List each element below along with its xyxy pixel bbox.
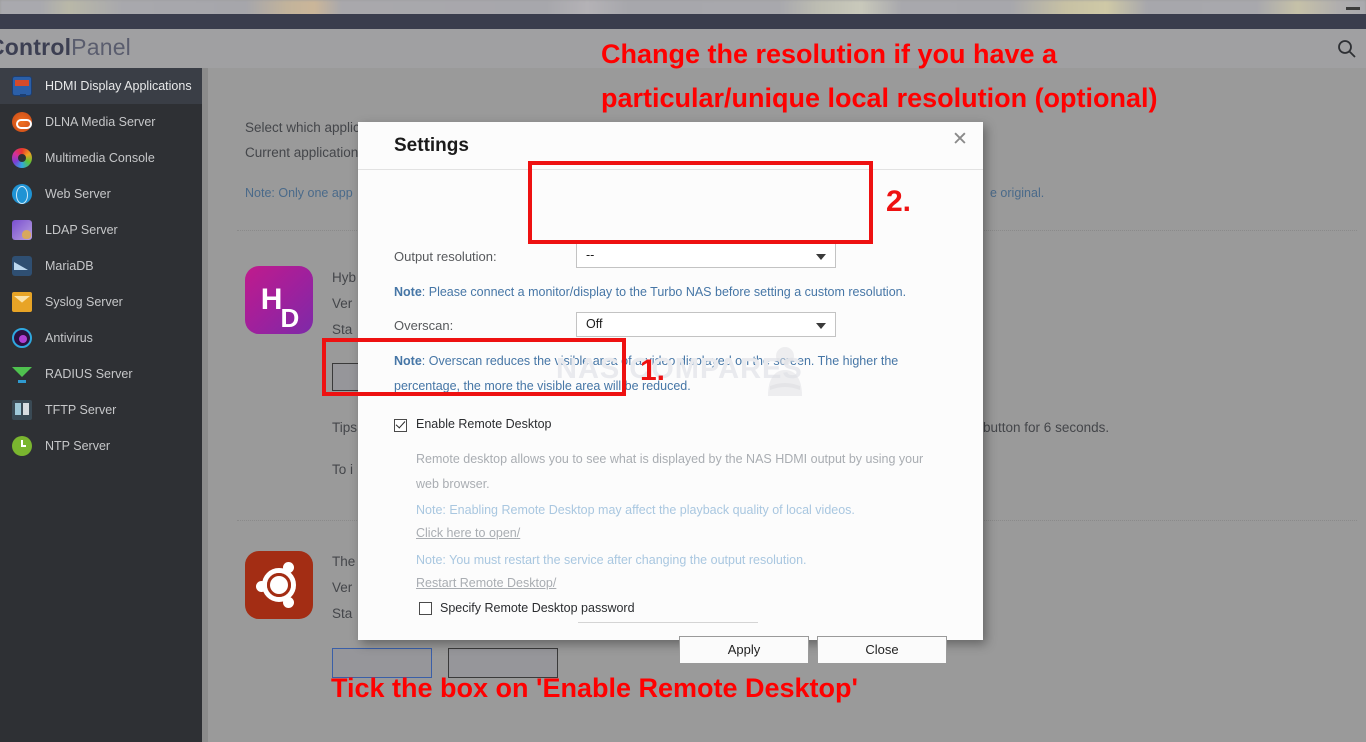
person-silhouette-icon [768,347,802,396]
specify-password-checkbox[interactable] [419,602,432,615]
output-resolution-value: -- [586,248,595,262]
page-title-bold: Control [0,34,72,60]
note-playback-quality: Note: Enabling Remote Desktop may affect… [416,503,855,517]
output-resolution-select[interactable]: -- [576,243,836,268]
sidebar-item-syslog-server[interactable]: Syslog Server [0,284,208,320]
remote-desktop-description-1: Remote desktop allows you to see what is… [416,452,924,466]
sidebar-item-label: LDAP Server [45,223,118,237]
sidebar-item-label: HDMI Display Applications [45,79,192,93]
remote-desktop-description-2: web browser. [416,477,490,491]
screenshot-root: ControlPanel HDMI Display Applications D… [0,0,1366,742]
radius-icon [12,364,32,384]
search-icon[interactable] [1336,38,1358,60]
sidebar-item-ntp-server[interactable]: NTP Server [0,428,208,464]
multimedia-console-icon [12,148,32,168]
annotation-bottom-note: Tick the box on 'Enable Remote Desktop' [331,673,858,703]
sidebar-item-label: Web Server [45,187,111,201]
page-title: ControlPanel [0,34,131,61]
antivirus-icon [12,328,32,348]
sidebar-item-ldap-server[interactable]: LDAP Server [0,212,208,248]
app2-row-3: Sta [332,606,353,621]
overscan-label: Overscan: [394,318,454,333]
syslog-icon [12,292,32,312]
sidebar: HDMI Display Applications DLNA Media Ser… [0,68,208,742]
overscan-value: Off [586,317,603,331]
page-title-light: Panel [71,34,131,60]
close-icon[interactable]: ✕ [947,127,973,153]
sidebar-item-web-server[interactable]: Web Server [0,176,208,212]
ubuntu-app-icon [245,551,313,619]
chevron-down-icon [816,323,826,329]
mariadb-icon [12,256,32,276]
sidebar-item-radius-server[interactable]: RADIUS Server [0,356,208,392]
annotation-marker-2: 2. [886,185,912,218]
output-resolution-label: Output resolution: [394,249,497,264]
app1-row-3: Sta [332,322,353,337]
note-one-app-right: e original. [990,186,1045,200]
app2-row-2: Ver [332,580,353,595]
enable-remote-desktop-checkbox[interactable] [394,419,407,432]
web-server-icon [12,184,32,204]
hdmi-display-icon [12,76,32,97]
annotation-top-line-2: particular/unique local resolution (opti… [601,83,1158,113]
note-resolution-text: : Please connect a monitor/display to th… [421,285,907,299]
sidebar-item-label: DLNA Media Server [45,115,156,129]
sidebar-item-label: Syslog Server [45,295,123,309]
tile-letter-h: H [260,283,283,316]
app1-tips-label: Tips [332,420,358,435]
settings-dialog-title: Settings [394,135,469,156]
sidebar-item-label: Antivirus [45,331,93,345]
ubuntu-core [270,576,288,594]
sidebar-item-hdmi-display-applications[interactable]: HDMI Display Applications [0,68,208,104]
sidebar-item-mariadb[interactable]: MariaDB [0,248,208,284]
annotation-box-resolution [528,161,873,244]
note-resolution: Note: Please connect a monitor/display t… [394,283,906,302]
sidebar-item-tftp-server[interactable]: TFTP Server [0,392,208,428]
sidebar-item-antivirus[interactable]: Antivirus [0,320,208,356]
app2-row-1: The [332,554,356,569]
enable-remote-desktop-label: Enable Remote Desktop [416,417,552,431]
sidebar-item-label: Multimedia Console [45,151,155,165]
overscan-select[interactable]: Off [576,312,836,337]
sidebar-item-dlna-media-server[interactable]: DLNA Media Server [0,104,208,140]
window-minimize-button[interactable] [1346,7,1360,10]
sidebar-item-label: TFTP Server [45,403,117,417]
sidebar-item-label: NTP Server [45,439,111,453]
app1-row-1: Hyb [332,270,357,285]
tile-letter-d: D [280,303,299,333]
browser-chrome-bar [0,14,1366,29]
sidebar-item-label: RADIUS Server [45,367,133,381]
ntp-icon [12,436,32,456]
annotation-top-line-1: Change the resolution if you have a [601,39,1058,69]
ldap-icon [12,220,32,240]
hybriddesk-app-icon: HD [245,266,313,334]
specify-password-label: Specify Remote Desktop password [440,601,635,615]
tftp-icon [12,400,32,420]
apply-button[interactable]: Apply [679,636,809,664]
sidebar-item-multimedia-console[interactable]: Multimedia Console [0,140,208,176]
click-here-to-open-link[interactable]: Click here to open/ [416,526,520,540]
annotation-marker-1: 1. [640,354,666,387]
dlna-icon [12,112,32,132]
close-button[interactable]: Close [817,636,947,664]
sidebar-item-label: MariaDB [45,259,94,273]
chevron-down-icon [816,254,826,260]
annotation-box-enable-remote-desktop [322,338,626,396]
note-restart-service: Note: You must restart the service after… [416,553,807,567]
app1-to-line: To i [332,462,354,477]
note-one-app-left: Note: Only one app [245,186,353,200]
password-field-underline[interactable] [578,622,758,623]
app1-row-2: Ver [332,296,353,311]
restart-remote-desktop-link[interactable]: Restart Remote Desktop/ [416,576,556,590]
note-resolution-prefix: Note [394,285,422,299]
